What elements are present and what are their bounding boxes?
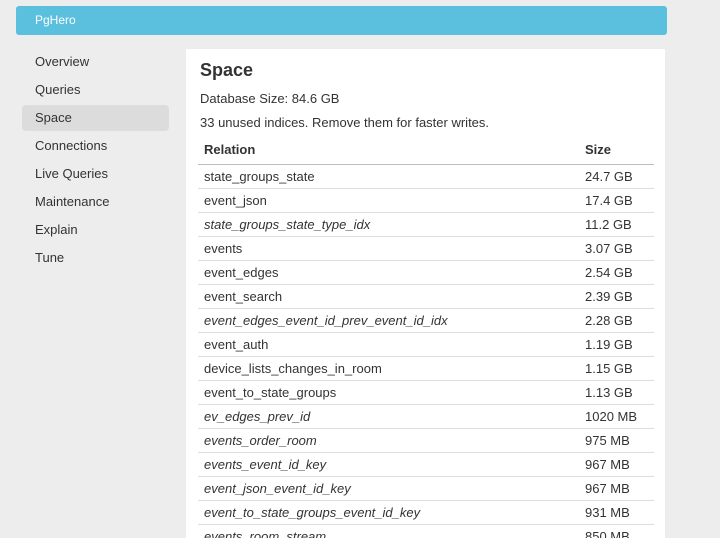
- table-header-row: Relation Size: [198, 137, 654, 165]
- relation-column-header: Relation: [198, 137, 579, 165]
- size-cell: 931 MB: [579, 500, 654, 525]
- relation-cell: state_groups_state: [198, 164, 579, 189]
- size-cell: 2.39 GB: [579, 284, 654, 309]
- table-row: event_json 17.4 GB: [198, 188, 654, 213]
- size-cell: 11.2 GB: [579, 212, 654, 237]
- size-cell: 3.07 GB: [579, 236, 654, 261]
- sidebar-item-overview[interactable]: Overview: [22, 49, 169, 75]
- size-cell: 967 MB: [579, 476, 654, 501]
- sidebar-item-label: Tune: [35, 250, 65, 265]
- relation-cell: event_auth: [198, 332, 579, 357]
- table-row: events_order_room 975 MB: [198, 428, 654, 453]
- relation-cell: event_to_state_groups_event_id_key: [198, 500, 579, 525]
- size-cell: 967 MB: [579, 452, 654, 477]
- table-row: event_edges_event_id_prev_event_id_idx 2…: [198, 308, 654, 333]
- sidebar-item-space[interactable]: Space: [22, 105, 169, 131]
- sidebar-item-label: Overview: [35, 54, 90, 69]
- sidebar-item-live-queries[interactable]: Live Queries: [22, 161, 169, 187]
- table-row: event_to_state_groups_event_id_key 931 M…: [198, 500, 654, 525]
- relation-cell: events_room_stream: [198, 524, 579, 538]
- size-cell: 850 MB: [579, 524, 654, 538]
- relation-cell: event_search: [198, 284, 579, 309]
- page-title: Space: [200, 60, 254, 80]
- size-cell: 1.15 GB: [579, 356, 654, 381]
- relation-cell: events_order_room: [198, 428, 579, 453]
- relation-cell: events: [198, 236, 579, 261]
- relation-cell: event_edges_event_id_prev_event_id_idx: [198, 308, 579, 333]
- table-row: device_lists_changes_in_room 1.15 GB: [198, 356, 654, 381]
- size-cell: 975 MB: [579, 428, 654, 453]
- table-row: event_to_state_groups 1.13 GB: [198, 380, 654, 405]
- size-cell: 2.28 GB: [579, 308, 654, 333]
- space-table-body: state_groups_state 24.7 GB event_json 17…: [198, 164, 654, 538]
- brand-link[interactable]: PgHero: [16, 6, 95, 35]
- table-row: ev_edges_prev_id 1020 MB: [198, 404, 654, 429]
- sidebar-item-label: Live Queries: [35, 166, 108, 181]
- size-cell: 1.13 GB: [579, 380, 654, 405]
- relation-cell: event_json_event_id_key: [198, 476, 579, 501]
- top-nav-bar: PgHero: [16, 6, 667, 35]
- sidebar-item-label: Queries: [35, 82, 81, 97]
- relation-cell: events_event_id_key: [198, 452, 579, 477]
- space-table: Relation Size state_groups_state 24.7 GB…: [198, 137, 654, 538]
- database-size-text: Database Size: 84.6 GB: [200, 91, 340, 106]
- sidebar-item-label: Maintenance: [35, 194, 110, 209]
- size-cell: 2.54 GB: [579, 260, 654, 285]
- table-row: events_event_id_key 967 MB: [198, 452, 654, 477]
- table-row: state_groups_state 24.7 GB: [198, 164, 654, 189]
- size-cell: 17.4 GB: [579, 188, 654, 213]
- table-row: event_auth 1.19 GB: [198, 332, 654, 357]
- table-row: event_edges 2.54 GB: [198, 260, 654, 285]
- sidebar-nav: Overview Queries Space Connections Live Quer…: [22, 49, 169, 273]
- relation-cell: ev_edges_prev_id: [198, 404, 579, 429]
- unused-indices-notice: 33 unused indices. Remove them for faste…: [200, 115, 490, 130]
- size-cell: 1.19 GB: [579, 332, 654, 357]
- sidebar-item-queries[interactable]: Queries: [22, 77, 169, 103]
- sidebar-item-connections[interactable]: Connections: [22, 133, 169, 159]
- relation-cell: device_lists_changes_in_room: [198, 356, 579, 381]
- table-row: event_search 2.39 GB: [198, 284, 654, 309]
- relation-cell: event_edges: [198, 260, 579, 285]
- main-panel: Space Database Size: 84.6 GB 33 unused i…: [186, 49, 665, 538]
- relation-cell: state_groups_state_type_idx: [198, 212, 579, 237]
- table-row: events_room_stream 850 MB: [198, 524, 654, 538]
- table-row: events 3.07 GB: [198, 236, 654, 261]
- size-cell: 24.7 GB: [579, 164, 654, 189]
- sidebar-item-label: Explain: [35, 222, 78, 237]
- sidebar-item-maintenance[interactable]: Maintenance: [22, 189, 169, 215]
- size-cell: 1020 MB: [579, 404, 654, 429]
- pghero-page: PgHero Overview Queries Space Connections Li…: [0, 0, 720, 538]
- sidebar-item-explain[interactable]: Explain: [22, 217, 169, 243]
- relation-cell: event_to_state_groups: [198, 380, 579, 405]
- sidebar-item-tune[interactable]: Tune: [22, 245, 169, 271]
- relation-cell: event_json: [198, 188, 579, 213]
- table-row: event_json_event_id_key 967 MB: [198, 476, 654, 501]
- sidebar-item-label: Space: [35, 110, 72, 125]
- table-row: state_groups_state_type_idx 11.2 GB: [198, 212, 654, 237]
- sidebar-item-label: Connections: [35, 138, 108, 153]
- size-column-header: Size: [579, 137, 654, 165]
